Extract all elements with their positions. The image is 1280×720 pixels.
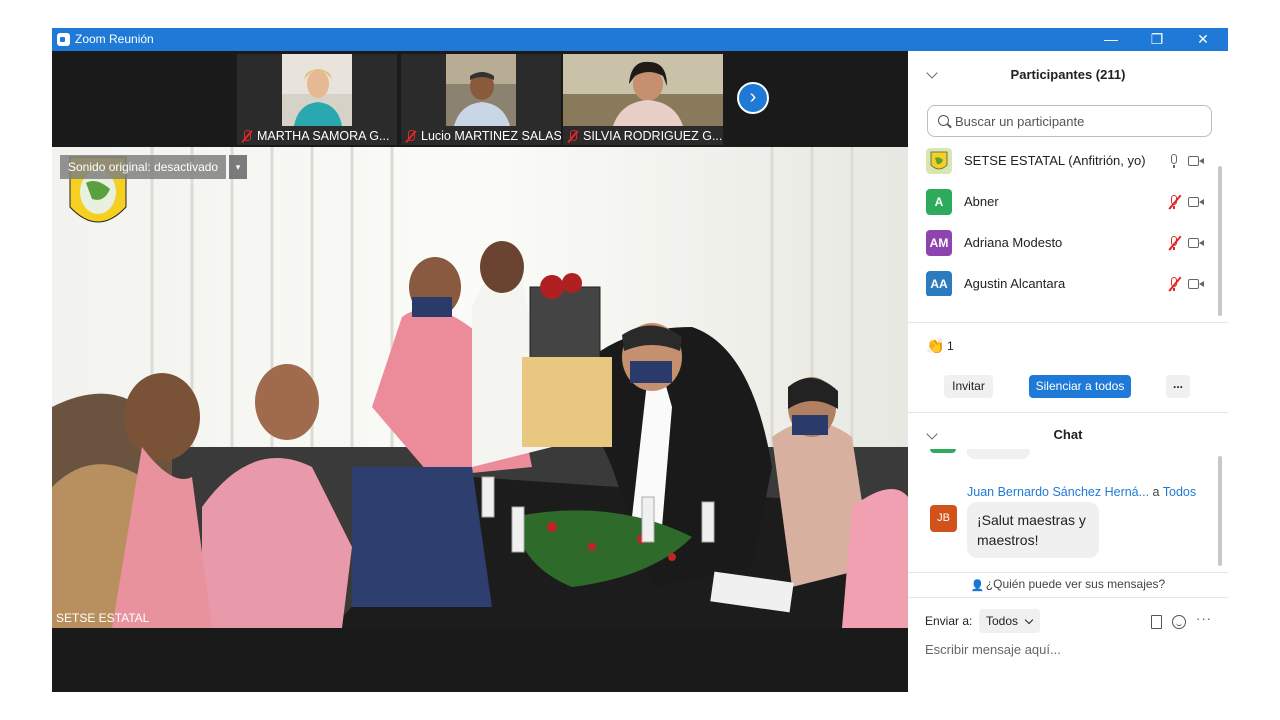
video-thumbnail[interactable]: SILVIA RODRIGUEZ G... [563, 54, 723, 145]
invite-button[interactable]: Invitar [944, 375, 993, 398]
next-page-button[interactable]: › [737, 82, 769, 114]
participant-row[interactable]: AM Adriana Modesto [908, 223, 1218, 264]
active-speaker-video: Sonido original: desactivado ▾ SETSE EST… [52, 147, 908, 628]
participant-video-silvia [563, 54, 723, 126]
participant-row[interactable]: SETSE ESTATAL (Anfitrión, yo) [908, 141, 1218, 182]
muted-mic-icon [405, 129, 416, 143]
message-bubble [967, 449, 1030, 459]
message-bubble: ¡Salut maestras y maestros! [967, 502, 1099, 558]
video-camera-icon[interactable] [1188, 197, 1204, 207]
host-avatar-logo [926, 148, 952, 174]
original-sound-toggle[interactable]: Sonido original: desactivado [60, 155, 227, 179]
title-bar: Zoom Reunión — ❐ ✕ [52, 28, 1228, 51]
video-thumbnail[interactable]: MARTHA SAMORA G... [237, 54, 397, 145]
muted-microphone-icon[interactable] [1169, 236, 1179, 251]
participant-name: SETSE ESTATAL (Anfitrión, yo) [964, 153, 1146, 168]
divider [908, 322, 1228, 323]
send-to-value: Todos [986, 614, 1019, 628]
active-speaker-name: SETSE ESTATAL [56, 611, 150, 625]
message-sender[interactable]: Juan Bernardo Sánchez Herná... [967, 485, 1149, 499]
avatar: AM [926, 230, 952, 256]
divider [908, 572, 1228, 573]
video-camera-icon[interactable] [1188, 156, 1204, 166]
side-panel: Participantes (211) SETSE ESTATAL (Anfit… [908, 51, 1228, 692]
thumbnail-strip: MARTHA SAMORA G... Lucio MARTINEZ SALAS [52, 51, 908, 147]
participant-search-input[interactable] [955, 106, 1205, 136]
search-icon [938, 115, 949, 126]
participant-search[interactable] [927, 105, 1212, 137]
avatar: A [926, 189, 952, 215]
mute-all-button[interactable]: Silenciar a todos [1029, 375, 1131, 398]
who-can-see-link[interactable]: ¿Quién puede ver sus mensajes? [986, 577, 1165, 591]
meeting-room-scene [52, 147, 908, 628]
file-icon[interactable] [1151, 615, 1162, 629]
restore-button[interactable]: ❐ [1134, 28, 1180, 51]
muted-microphone-icon[interactable] [1169, 277, 1179, 292]
send-to-label: Enviar a: [925, 614, 973, 628]
video-camera-icon[interactable] [1188, 238, 1204, 248]
more-options-button[interactable]: ... [1166, 375, 1190, 398]
chat-header: Chat [1053, 427, 1083, 442]
participant-name: Adriana Modesto [964, 235, 1063, 250]
avatar [930, 449, 956, 453]
clapping-hands-icon: 👏 [926, 338, 945, 355]
participant-name: Abner [964, 194, 999, 209]
video-camera-icon[interactable] [1188, 279, 1204, 289]
message-header: Juan Bernardo Sánchez Herná... a Todos [967, 485, 1196, 499]
window-title: Zoom Reunión [75, 32, 154, 46]
divider [908, 412, 1228, 413]
thumbnail-name: SILVIA RODRIGUEZ G... [583, 129, 723, 143]
more-icon[interactable]: ··· [1196, 611, 1212, 626]
muted-microphone-icon[interactable] [1169, 195, 1179, 210]
participant-list: SETSE ESTATAL (Anfitrión, yo) A Abner AM… [908, 141, 1228, 296]
thumbnail-name: Lucio MARTINEZ SALAS [421, 129, 561, 143]
microphone-icon[interactable] [1169, 154, 1179, 169]
person-icon: 👤 [970, 580, 985, 592]
zoom-meeting-window: Zoom Reunión — ❐ ✕ MARTHA SAMORA G... Lu… [52, 28, 1228, 692]
participant-name: Agustin Alcantara [964, 276, 1066, 291]
send-to-dropdown[interactable]: Todos [979, 609, 1041, 633]
chat-message-input[interactable] [925, 637, 1215, 661]
participant-row[interactable]: A Abner [908, 182, 1218, 223]
chevron-down-icon [1024, 615, 1034, 625]
chat-messages: Juan Bernardo Sánchez Herná... a Todos J… [908, 449, 1228, 571]
participant-row[interactable]: AA Agustin Alcantara [908, 264, 1218, 296]
emoji-icon[interactable] [1172, 615, 1186, 629]
original-sound-dropdown[interactable]: ▾ [229, 155, 247, 179]
minimize-button[interactable]: — [1088, 28, 1134, 51]
muted-mic-icon [241, 129, 252, 143]
close-button[interactable]: ✕ [1180, 28, 1226, 51]
avatar: JB [930, 505, 957, 532]
zoom-app-icon [57, 33, 70, 46]
participant-video-lucio [446, 54, 516, 126]
divider [908, 597, 1228, 598]
participant-list-scrollbar[interactable] [1218, 166, 1222, 316]
message-to-label: a [1152, 485, 1160, 499]
avatar: AA [926, 271, 952, 296]
muted-mic-icon [567, 129, 578, 143]
video-area: MARTHA SAMORA G... Lucio MARTINEZ SALAS [52, 51, 908, 692]
who-can-see-messages[interactable]: 👤¿Quién puede ver sus mensajes? [908, 577, 1228, 592]
reaction-count: 1 [947, 339, 954, 353]
video-thumbnail[interactable]: Lucio MARTINEZ SALAS [401, 54, 561, 145]
chat-scrollbar[interactable] [1218, 456, 1222, 566]
participant-video-martha [282, 54, 352, 126]
message-target: Todos [1162, 485, 1197, 499]
participants-header: Participantes (211) [1010, 67, 1126, 82]
thumbnail-name: MARTHA SAMORA G... [257, 129, 390, 143]
